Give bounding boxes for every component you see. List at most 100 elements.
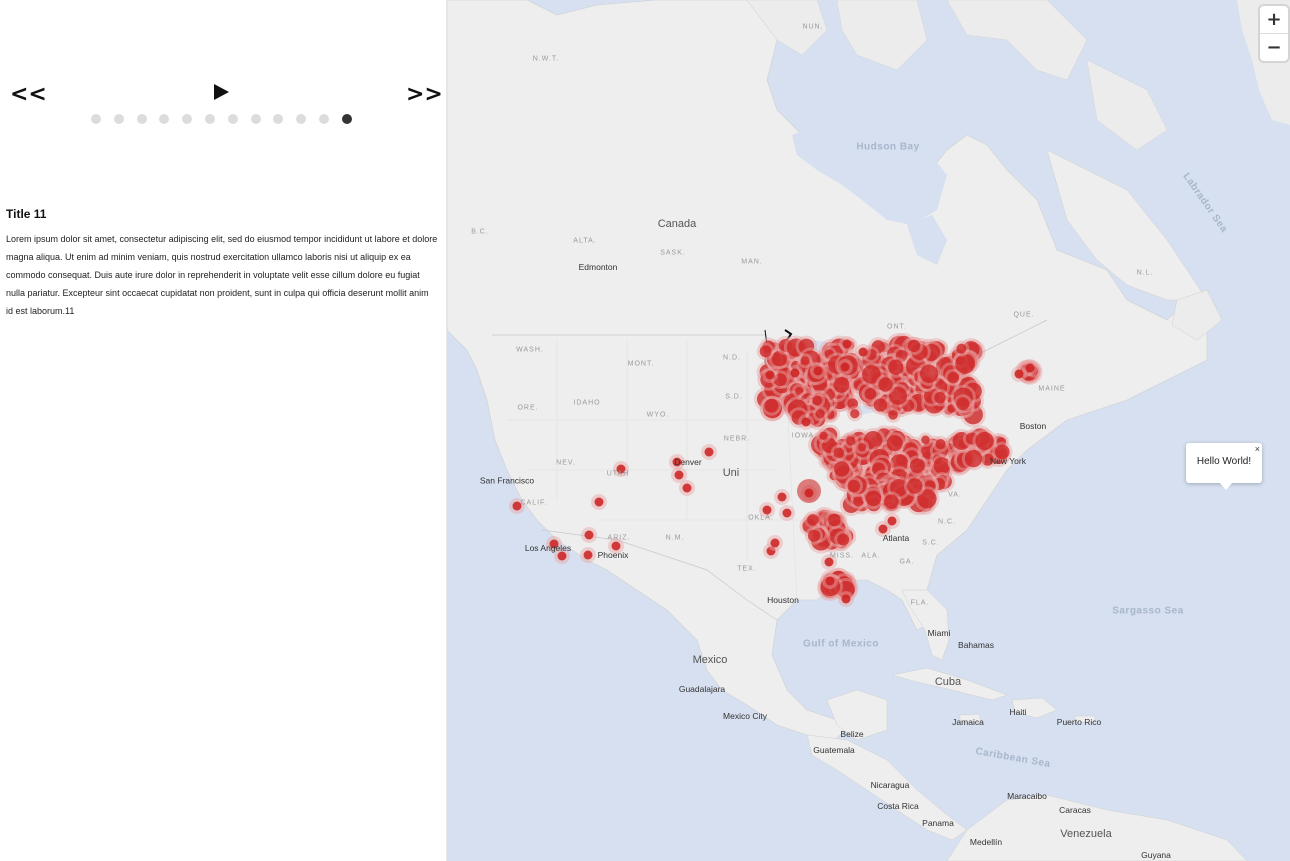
map-marker: [850, 409, 860, 419]
map-marker: [864, 387, 877, 400]
play-icon[interactable]: [212, 83, 230, 101]
map-marker: [815, 409, 825, 419]
label-utah: UTAH: [606, 470, 630, 478]
map-marker: [790, 368, 800, 378]
slide-dot-2[interactable]: [113, 114, 124, 124]
slide-dot-6[interactable]: [205, 114, 215, 124]
map-marker: [858, 347, 868, 357]
label-nc: N.C.: [938, 518, 956, 526]
map-marker: [935, 439, 946, 450]
map-marker: [857, 443, 867, 452]
label-nunavut: NUN.: [802, 23, 824, 31]
label-mexico: Mexico: [692, 654, 728, 666]
map-marker: [825, 576, 835, 586]
slide-dot-5[interactable]: [182, 114, 193, 124]
map-marker: [584, 530, 594, 540]
label-okla: OKLA.: [748, 514, 774, 522]
map-marker: [934, 391, 946, 404]
label-los-angeles: Los Angeles: [524, 543, 572, 553]
map-marker: [956, 343, 967, 354]
map-marker: [764, 398, 779, 413]
slide-dot-12[interactable]: [341, 114, 352, 124]
label-houston: Houston: [767, 595, 799, 605]
map-marker: [964, 449, 983, 468]
label-ga: GA.: [899, 558, 915, 566]
map-marker: [807, 514, 819, 526]
label-haiti: Haiti: [1009, 707, 1027, 717]
label-guatemala: Guatemala: [813, 745, 855, 755]
map-marker: [907, 339, 921, 353]
map-marker: [782, 508, 792, 518]
map-marker: [674, 470, 684, 480]
map-popup: × Hello World!: [1186, 443, 1262, 490]
slide-dot-1[interactable]: [91, 114, 101, 124]
map-marker: [812, 395, 823, 406]
label-new-york: New York: [990, 456, 1026, 466]
zoom-in-button[interactable]: +: [1260, 6, 1288, 34]
label-san-francisco: San Francisco: [479, 475, 535, 486]
label-nwt: N.W.T.: [532, 55, 560, 63]
label-caracas: Caracas: [1059, 805, 1091, 815]
label-fla: FLA.: [910, 599, 930, 607]
map-marker: [884, 494, 899, 509]
map-marker: [842, 339, 852, 349]
map-marker: [906, 478, 923, 494]
label-iowa: IOWA: [791, 432, 815, 440]
map-marker: [682, 483, 692, 493]
label-calif: CALIF.: [520, 499, 548, 507]
map-marker: [888, 359, 904, 375]
label-wyo: WYO.: [646, 411, 670, 419]
map-marker: [813, 366, 823, 376]
slide-dot-3[interactable]: [136, 114, 147, 124]
map-marker: [919, 364, 939, 383]
map-marker: [886, 435, 903, 452]
label-sargasso-sea: Sargasso Sea: [1112, 605, 1184, 617]
label-belize: Belize: [840, 729, 864, 739]
map-marker: [909, 458, 925, 474]
label-ariz: ARIZ.: [607, 534, 631, 542]
label-phoenix: Phoenix: [597, 550, 629, 560]
zoom-out-button[interactable]: −: [1260, 34, 1288, 61]
map-marker: [1014, 369, 1024, 379]
map-marker: [840, 362, 850, 372]
map-marker: [841, 594, 851, 604]
label-ont: ONT.: [887, 323, 907, 331]
label-panama: Panama: [922, 818, 954, 828]
label-nicaragua: Nicaragua: [870, 780, 910, 790]
label-guadalajara: Guadalajara: [678, 684, 726, 694]
label-miss: MISS.: [829, 552, 855, 560]
label-jamaica: Jamaica: [952, 717, 984, 727]
slide-dot-4[interactable]: [159, 114, 170, 124]
label-sask: SASK.: [660, 249, 686, 257]
label-nebr: NEBR.: [723, 435, 751, 443]
popup-text: Hello World!: [1196, 456, 1252, 467]
label-ore: ORE.: [517, 404, 539, 412]
slide-dot-9[interactable]: [273, 114, 284, 124]
map-canvas[interactable]: N.W.T. NUN. Hudson Bay Labrador Sea Cana…: [447, 0, 1290, 861]
previous-button[interactable]: <<: [10, 84, 47, 106]
label-nd: N.D.: [723, 354, 741, 362]
map-marker: [846, 436, 856, 446]
label-sc: S.C.: [922, 539, 940, 547]
slide-dot-11[interactable]: [319, 114, 329, 124]
label-va: VA.: [948, 491, 962, 499]
slide-dot-7[interactable]: [227, 114, 238, 124]
slide-dot-10[interactable]: [296, 114, 307, 124]
slide-dot-8[interactable]: [250, 114, 261, 124]
story-panel: << >> Title 11 Lorem ipsum dolor sit ame…: [0, 0, 447, 861]
label-atlanta: Atlanta: [882, 533, 910, 543]
label-hudson-bay: Hudson Bay: [856, 141, 920, 153]
label-cuba: Cuba: [934, 676, 962, 688]
map-marker: [956, 397, 970, 411]
label-miami: Miami: [927, 628, 951, 638]
label-mont: MONT.: [627, 360, 655, 368]
label-nm: N.M.: [665, 534, 685, 542]
map-marker: [828, 513, 841, 527]
map-marker: [833, 447, 845, 458]
map-marker: [878, 377, 893, 392]
map-marker: [797, 479, 821, 503]
map-marker: [801, 417, 811, 427]
popup-close-button[interactable]: ×: [1255, 444, 1260, 454]
slide-body-text: Lorem ipsum dolor sit amet, consectetur …: [6, 234, 438, 316]
next-button[interactable]: >>: [406, 84, 443, 106]
